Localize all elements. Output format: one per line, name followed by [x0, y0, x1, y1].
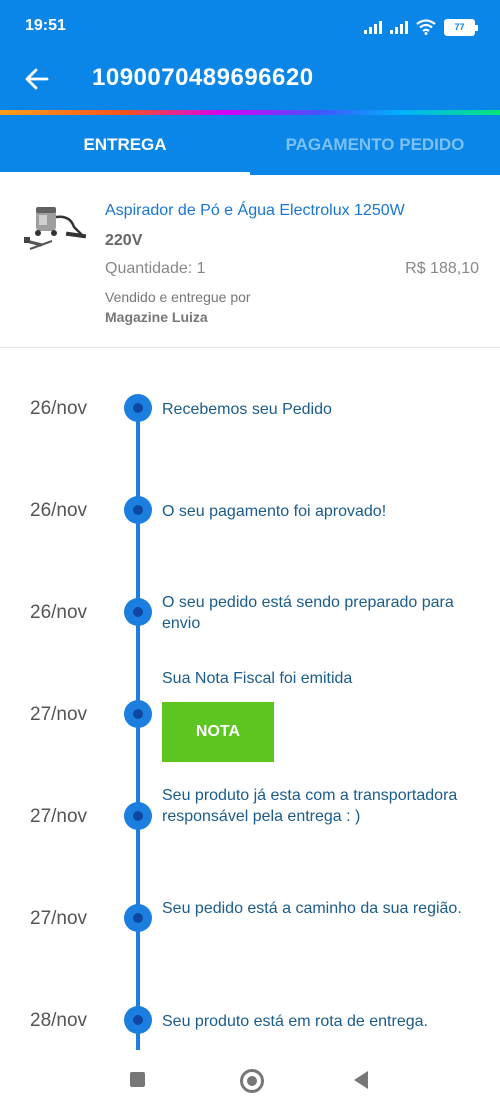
- product-quantity: Quantidade: 1: [105, 260, 206, 277]
- status-time: 19:51: [25, 17, 66, 34]
- status-icons: 77: [364, 17, 478, 37]
- timeline-date: 26/nov: [30, 602, 88, 623]
- status-bar: 19:51 77: [0, 0, 500, 52]
- timeline-dot-icon: [124, 394, 152, 422]
- back-triangle-icon[interactable]: [354, 1071, 368, 1089]
- timeline-dot-icon: [124, 496, 152, 524]
- arrow-left-icon[interactable]: [22, 64, 52, 94]
- timeline-dot-icon: [124, 598, 152, 626]
- tab-entrega[interactable]: ENTREGA: [0, 115, 250, 175]
- signal-icon: [390, 20, 408, 34]
- recents-square-icon[interactable]: [130, 1072, 145, 1087]
- timeline-date: 26/nov: [30, 500, 88, 521]
- product-price: R$ 188,10: [405, 260, 479, 277]
- timeline-event: Seu produto está em rota de entrega.: [162, 1013, 428, 1030]
- product-image: [24, 207, 87, 250]
- timeline-event: Seu produto já esta com a transportadora…: [162, 787, 458, 825]
- timeline-event: Seu pedido está a caminho da sua região.: [162, 900, 462, 917]
- order-number-title: 1090070489696620: [92, 64, 314, 91]
- nota-button[interactable]: NOTA: [162, 702, 274, 762]
- signal-icon: [364, 20, 382, 34]
- timeline-date: 27/nov: [30, 806, 88, 827]
- product-name[interactable]: Aspirador de Pó e Água Electrolux 1250W: [105, 202, 405, 220]
- seller-label: Vendido e entregue por: [105, 289, 251, 305]
- timeline-event: Recebemos seu Pedido: [162, 401, 332, 418]
- product-voltage: 220V: [105, 232, 143, 249]
- timeline-event: Sua Nota Fiscal foi emitida: [162, 670, 353, 687]
- tab-pagamento-pedido[interactable]: PAGAMENTO PEDIDO: [250, 115, 500, 175]
- timeline-date: 26/nov: [30, 398, 88, 419]
- app-bar: 1090070489696620: [0, 52, 500, 110]
- timeline-dot-icon: [124, 1006, 152, 1034]
- wifi-icon: [416, 19, 436, 35]
- system-nav-bar: [0, 1050, 500, 1111]
- product-card: Aspirador de Pó e Água Electrolux 1250W …: [0, 175, 500, 348]
- timeline-dot-icon: [124, 700, 152, 728]
- tab-bar: ENTREGA PAGAMENTO PEDIDO: [0, 115, 500, 175]
- timeline-dot-icon: [124, 904, 152, 932]
- timeline-event: O seu pedido está sendo preparado para e…: [162, 594, 454, 632]
- timeline-dot-icon: [124, 802, 152, 830]
- timeline-date: 27/nov: [30, 704, 88, 725]
- home-circle-icon[interactable]: [240, 1069, 264, 1093]
- seller-name: Magazine Luiza: [105, 309, 208, 325]
- timeline-event: O seu pagamento foi aprovado!: [162, 503, 387, 520]
- battery-icon: 77: [444, 18, 478, 36]
- timeline-date: 28/nov: [30, 1010, 88, 1031]
- timeline-date: 27/nov: [30, 908, 88, 929]
